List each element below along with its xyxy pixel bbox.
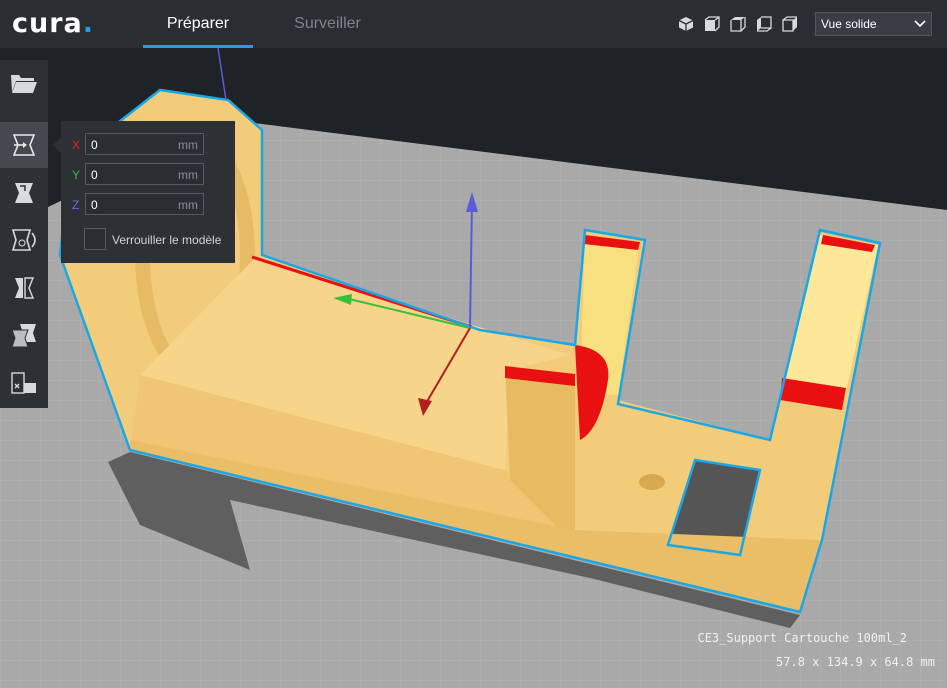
view-mode-value: Vue solide — [821, 17, 877, 31]
z-position-field[interactable]: 0 mm — [85, 193, 204, 215]
z-label: Z — [72, 198, 80, 212]
tab-prepare-label: Préparer — [166, 15, 230, 32]
scale-tool-icon — [15, 183, 33, 203]
scale-tool-button[interactable] — [0, 170, 48, 216]
view-mode-select[interactable]: Vue solide — [815, 12, 932, 36]
open-file-button[interactable] — [0, 60, 48, 106]
move-tool-panel: X 0 mm Y 0 mm Z 0 mm Verrouiller le modè… — [61, 121, 235, 263]
move-tool-button[interactable] — [0, 122, 48, 168]
right-view-icon[interactable] — [781, 15, 799, 33]
logo-dot: . — [82, 8, 95, 39]
open-folder-icon — [11, 75, 37, 93]
y-label: Y — [72, 168, 81, 182]
tab-monitor[interactable]: Surveiller — [280, 0, 375, 48]
mirror-tool-button[interactable] — [0, 265, 48, 311]
chevron-down-icon — [914, 20, 926, 28]
front-view-icon[interactable] — [703, 15, 721, 33]
y-position-field[interactable]: 0 mm — [85, 163, 204, 185]
tool-sidebar — [0, 60, 48, 408]
per-model-settings-icon — [11, 324, 36, 348]
tab-prepare[interactable]: Préparer — [143, 0, 253, 48]
x-value: 0 — [91, 138, 98, 152]
x-position-field[interactable]: 0 mm — [85, 133, 204, 155]
top-view-icon[interactable] — [729, 15, 747, 33]
left-view-icon[interactable] — [755, 15, 773, 33]
z-unit: mm — [178, 198, 198, 212]
lock-model-checkbox[interactable] — [84, 228, 106, 250]
panel-pointer — [53, 137, 61, 153]
tab-monitor-label: Surveiller — [294, 15, 361, 32]
rotate-tool-icon — [11, 229, 36, 251]
lock-model-label: Verrouiller le modèle — [112, 233, 222, 247]
mirror-tool-icon — [15, 277, 35, 299]
y-value: 0 — [91, 168, 98, 182]
z-value: 0 — [91, 198, 98, 212]
object-dimensions: 57.8 x 134.9 x 64.8 mm — [776, 655, 935, 669]
3d-view-icon[interactable] — [677, 15, 695, 33]
support-blocker-button[interactable] — [0, 360, 48, 406]
object-name: CE3_Support Cartouche 100ml_2 — [697, 631, 907, 645]
move-tool-icon — [12, 134, 36, 156]
rotate-tool-button[interactable] — [0, 217, 48, 263]
x-label: X — [72, 138, 81, 152]
top-bar: cura. Préparer Surveiller Vue solide — [0, 0, 947, 48]
cura-logo: cura. — [12, 8, 94, 39]
logo-text: cura — [12, 8, 83, 39]
per-model-settings-button[interactable] — [0, 312, 48, 358]
x-unit: mm — [178, 138, 198, 152]
y-unit: mm — [178, 168, 198, 182]
support-blocker-icon — [11, 372, 36, 394]
active-tab-indicator — [143, 45, 253, 48]
